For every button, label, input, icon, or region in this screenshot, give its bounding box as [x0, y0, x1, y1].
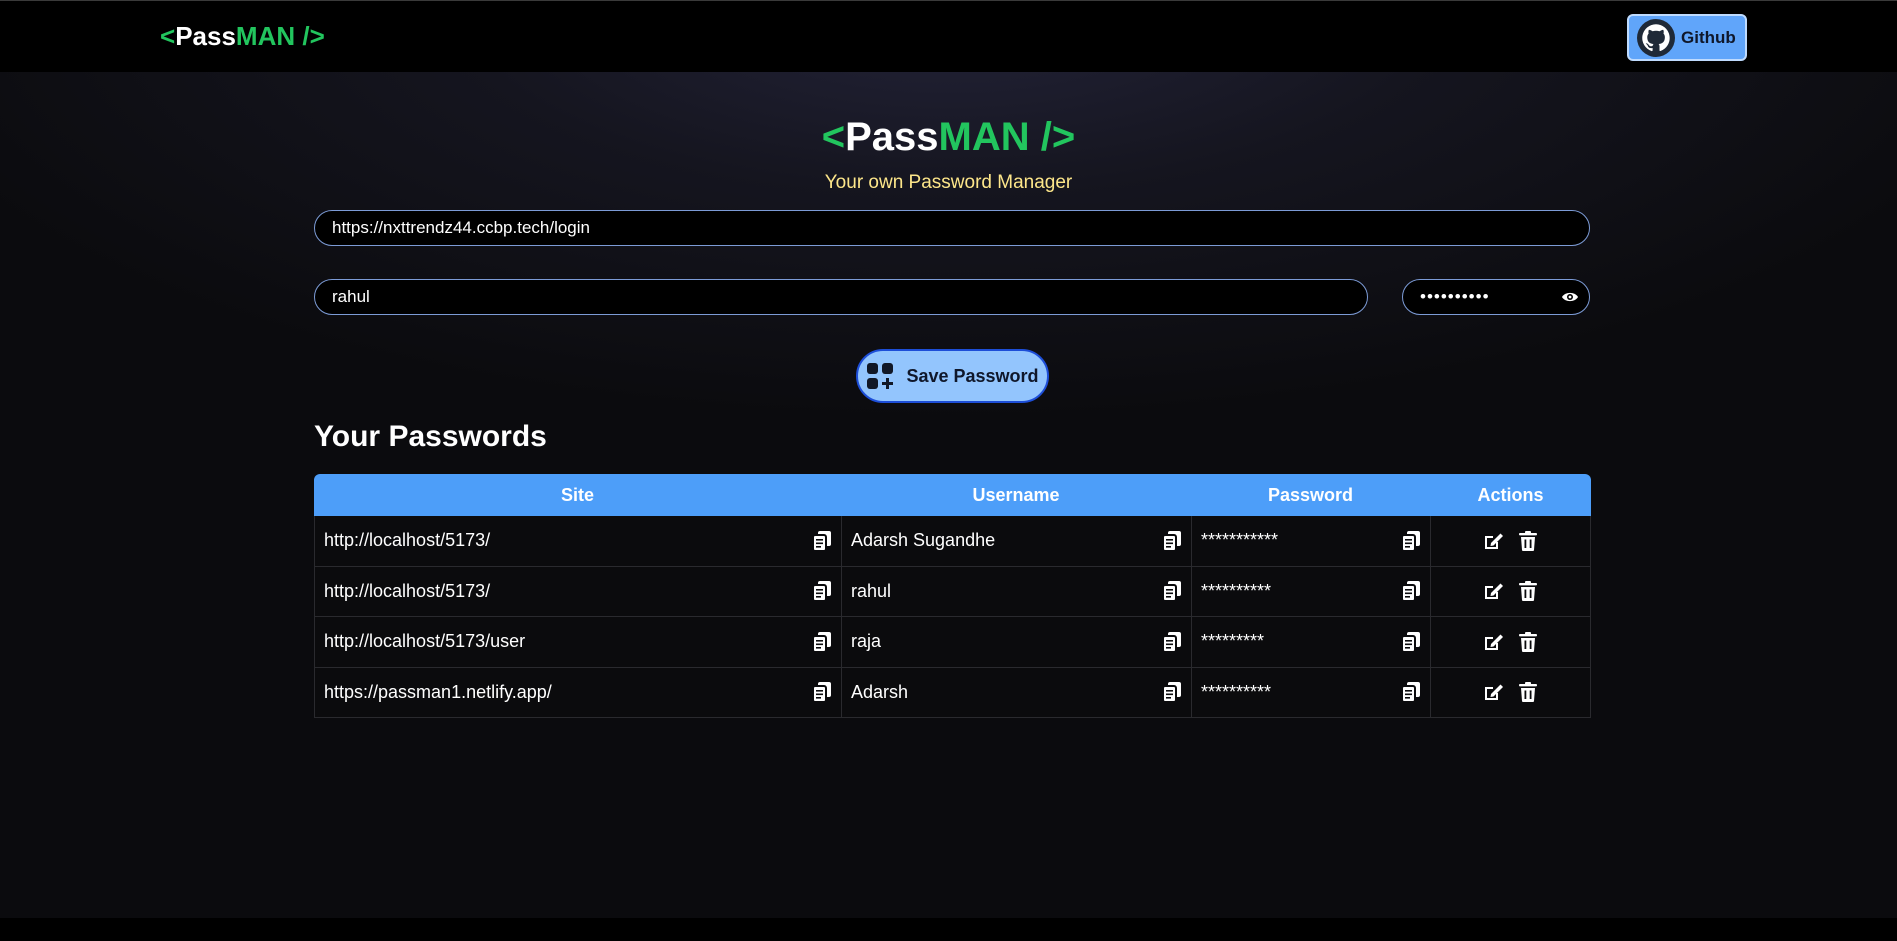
- save-password-label: Save Password: [906, 365, 1039, 386]
- table-row: http://localhost/5173/rahul **********: [314, 566, 1591, 617]
- site-text: https://passman1.netlify.app/: [324, 681, 552, 702]
- actions-cell: [1430, 667, 1591, 717]
- password-field-wrapper: [1402, 279, 1590, 315]
- save-password-button[interactable]: Save Password: [856, 349, 1049, 403]
- copy-icon[interactable]: [813, 682, 831, 703]
- copy-icon[interactable]: [1402, 530, 1420, 551]
- password-text: **********: [1201, 681, 1272, 702]
- column-header-actions: Actions: [1477, 484, 1544, 505]
- hero-logo-close: />: [1029, 115, 1076, 159]
- copy-icon[interactable]: [1163, 631, 1181, 652]
- actions-cell: [1430, 566, 1591, 616]
- table-header: Site Username Password Actions: [314, 474, 1591, 516]
- edit-icon[interactable]: [1483, 581, 1505, 601]
- hero-logo: <PassMAN />: [0, 115, 1897, 160]
- hero-logo-man: MAN: [938, 115, 1030, 159]
- password-cell: ***********: [1191, 516, 1430, 566]
- password-cell: *********: [1191, 617, 1430, 667]
- actions-cell: [1430, 617, 1591, 667]
- footer-strip: [0, 918, 1897, 941]
- copy-icon[interactable]: [813, 581, 831, 602]
- github-icon: [1637, 18, 1675, 57]
- trash-icon[interactable]: [1519, 682, 1537, 703]
- password-cell: **********: [1191, 667, 1430, 717]
- edit-icon[interactable]: [1483, 682, 1505, 702]
- table-body: http://localhost/5173/Adarsh Sugandhe ***…: [314, 516, 1591, 718]
- table-row: https://passman1.netlify.app/Adarsh *****…: [314, 667, 1591, 718]
- logo-pass: Pass: [175, 21, 236, 51]
- your-passwords-title: Your Passwords: [314, 420, 547, 453]
- copy-icon[interactable]: [813, 631, 831, 652]
- username-cell: rahul: [841, 566, 1191, 616]
- trash-icon[interactable]: [1519, 581, 1537, 602]
- copy-icon[interactable]: [1163, 530, 1181, 551]
- site-url-input[interactable]: [314, 210, 1590, 246]
- password-cell: **********: [1191, 566, 1430, 616]
- username-cell: raja: [841, 617, 1191, 667]
- site-cell: https://passman1.netlify.app/: [314, 667, 841, 717]
- github-button[interactable]: Github: [1627, 14, 1747, 61]
- username-text: Adarsh Sugandhe: [851, 530, 996, 551]
- password-text: *********: [1201, 631, 1265, 652]
- copy-icon[interactable]: [1163, 581, 1181, 602]
- column-header-username: Username: [972, 484, 1060, 505]
- logo-open-bracket: <: [160, 21, 176, 51]
- table-row: http://localhost/5173/user raja *********: [314, 617, 1591, 668]
- site-cell: http://localhost/5173/user: [314, 617, 841, 667]
- column-header-password: Password: [1267, 484, 1354, 505]
- copy-icon[interactable]: [1163, 682, 1181, 703]
- logo-close-bracket: />: [295, 21, 325, 51]
- password-text: ***********: [1201, 530, 1279, 551]
- copy-icon[interactable]: [1402, 631, 1420, 652]
- tagline: Your own Password Manager: [824, 172, 1073, 193]
- trash-icon[interactable]: [1519, 631, 1537, 652]
- site-cell: http://localhost/5173/: [314, 566, 841, 616]
- add-grid-icon: [866, 362, 894, 390]
- site-text: http://localhost/5173/: [324, 530, 491, 551]
- username-text: raja: [851, 631, 882, 652]
- passwords-table: Site Username Password Actions http://lo…: [314, 474, 1591, 718]
- edit-icon[interactable]: [1483, 632, 1505, 652]
- site-cell: http://localhost/5173/: [314, 516, 841, 566]
- github-label: Github: [1681, 27, 1736, 47]
- hero-logo-open: <: [821, 115, 846, 159]
- logo-man: MAN: [235, 21, 296, 51]
- site-text: http://localhost/5173/: [324, 580, 491, 601]
- trash-icon[interactable]: [1519, 530, 1537, 551]
- column-header-site: Site: [560, 484, 594, 505]
- copy-icon[interactable]: [813, 530, 831, 551]
- eye-icon[interactable]: [1560, 288, 1580, 306]
- table-row: http://localhost/5173/Adarsh Sugandhe ***…: [314, 516, 1591, 567]
- copy-icon[interactable]: [1402, 682, 1420, 703]
- actions-cell: [1430, 516, 1591, 566]
- username-text: rahul: [851, 580, 892, 601]
- username-input[interactable]: [314, 279, 1368, 315]
- navbar: <PassMAN /> Github: [0, 0, 1897, 72]
- hero-logo-pass: Pass: [845, 115, 939, 159]
- edit-icon[interactable]: [1483, 531, 1505, 551]
- nav-logo[interactable]: <PassMAN />: [160, 21, 325, 52]
- username-cell: Adarsh Sugandhe: [841, 516, 1191, 566]
- copy-icon[interactable]: [1402, 581, 1420, 602]
- password-text: **********: [1201, 580, 1272, 601]
- username-cell: Adarsh: [841, 667, 1191, 717]
- username-text: Adarsh: [851, 681, 909, 702]
- site-text: http://localhost/5173/user: [324, 631, 526, 652]
